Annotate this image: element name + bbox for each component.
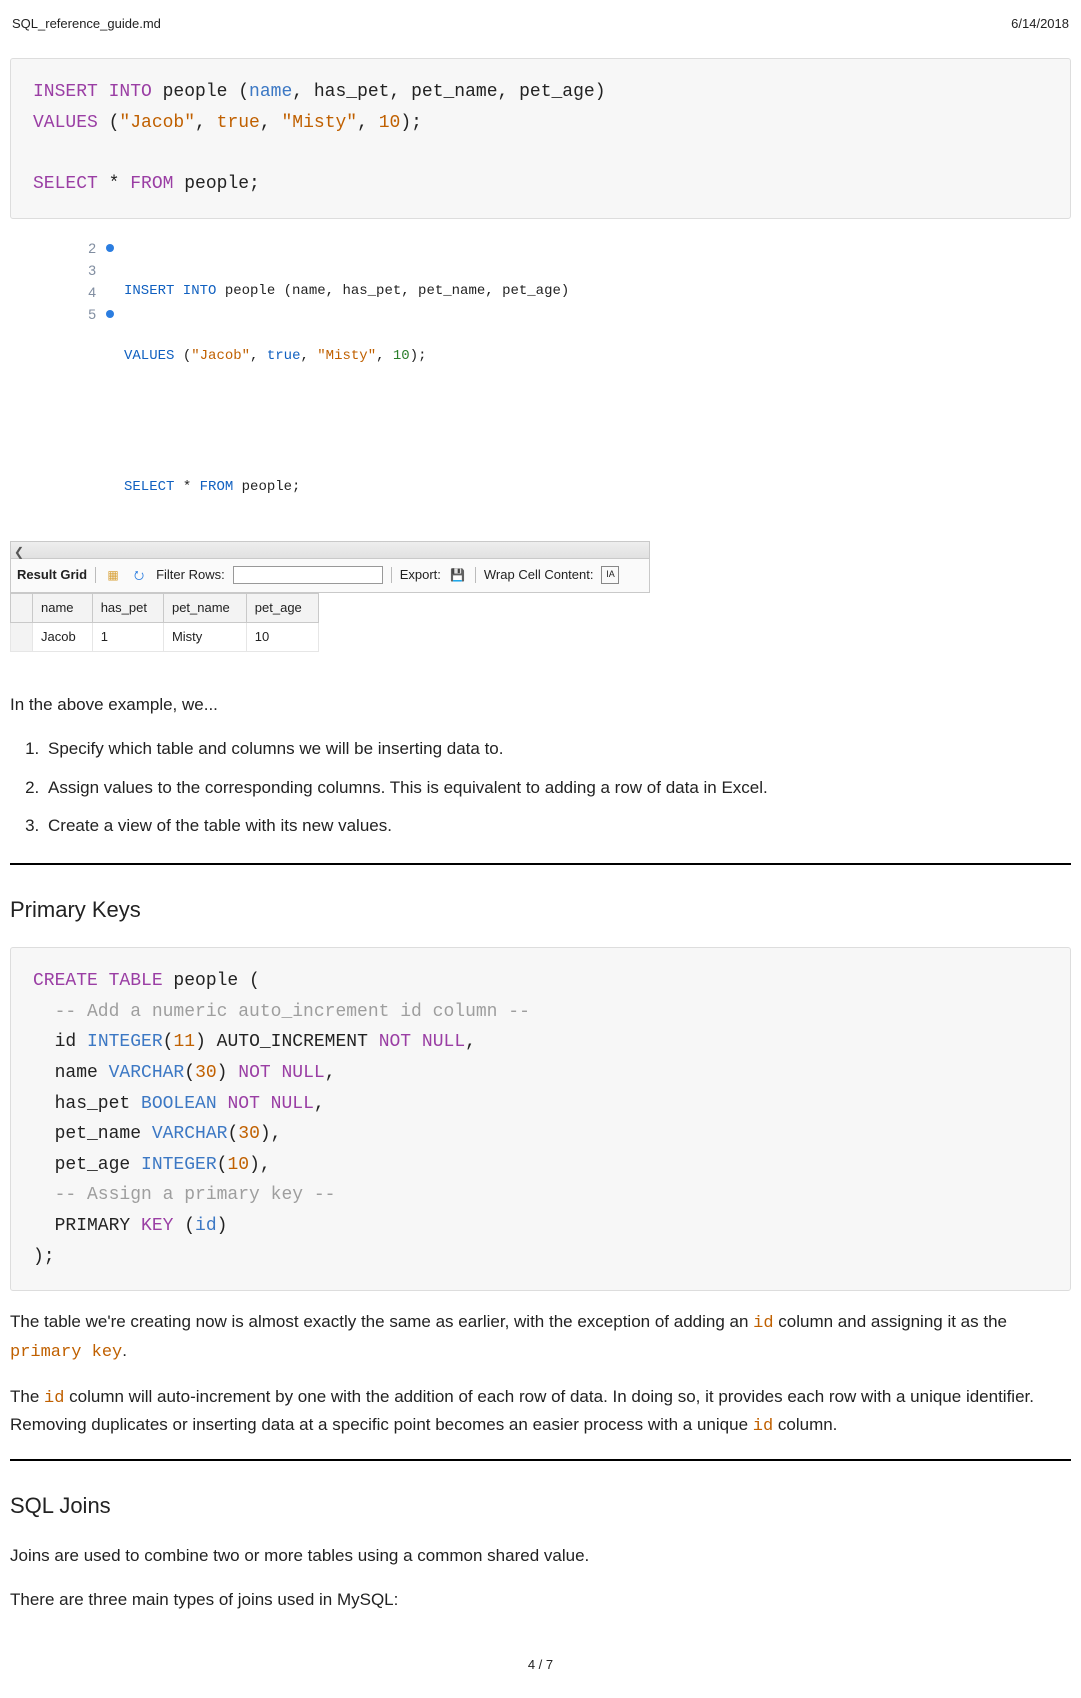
pk-paragraph-2: The id column will auto-increment by one… [10,1384,1071,1441]
list-item: Assign values to the corresponding colum… [44,775,1071,801]
editor-gutter: 2 3 4 5 [10,237,102,542]
mysql-editor: 2 3 4 5 INSERT INTO people (name, has_pe… [10,237,650,652]
result-toolbar: Result Grid ▦ ⭮ Filter Rows: Export: 💾 W… [10,559,650,592]
filter-rows-input[interactable] [233,566,383,584]
col-header[interactable]: name [33,593,93,622]
row-selector[interactable] [11,622,33,651]
grid-icon[interactable]: ▦ [104,566,122,584]
col-header[interactable]: pet_age [246,593,318,622]
joins-paragraph-1: Joins are used to combine two or more ta… [10,1543,1071,1569]
result-table: name has_pet pet_name pet_age Jacob 1 Mi… [10,593,319,652]
code-block-insert: INSERT INTO people (name, has_pet, pet_n… [10,58,1071,218]
page-header: SQL_reference_guide.md 6/14/2018 [10,14,1071,34]
list-item: Specify which table and columns we will … [44,736,1071,762]
intro-paragraph: In the above example, we... [10,692,1071,718]
divider [95,567,96,583]
row-selector-header [11,593,33,622]
inline-code-primary-key: primary key [10,1343,122,1362]
code-block-create-table: CREATE TABLE people ( -- Add a numeric a… [10,947,1071,1291]
col-header[interactable]: pet_name [163,593,246,622]
editor-hscrollbar[interactable]: ❮ [10,541,650,559]
wrap-cell-icon[interactable]: IA [601,566,619,584]
joins-paragraph-2: There are three main types of joins used… [10,1587,1071,1613]
wrap-label: Wrap Cell Content: [484,565,594,585]
filter-label: Filter Rows: [156,565,225,585]
editor-code[interactable]: INSERT INTO people (name, has_pet, pet_n… [102,237,650,542]
steps-list: Specify which table and columns we will … [44,736,1071,839]
section-divider [10,1459,1071,1461]
filename: SQL_reference_guide.md [12,14,161,34]
print-date: 6/14/2018 [1011,14,1069,34]
export-label: Export: [400,565,441,585]
divider [475,567,476,583]
section-divider [10,863,1071,865]
divider [391,567,392,583]
export-icon[interactable]: 💾 [449,566,467,584]
page-number: 4 / 7 [10,1655,1071,1675]
inline-code-id: id [44,1389,64,1408]
pk-paragraph-1: The table we're creating now is almost e… [10,1309,1071,1366]
exec-marker-icon [106,310,114,318]
list-item: Create a view of the table with its new … [44,813,1071,839]
col-header[interactable]: has_pet [92,593,163,622]
scroll-left-icon[interactable]: ❮ [14,543,24,562]
inline-code-id: id [753,1417,773,1436]
refresh-icon[interactable]: ⭮ [130,566,148,584]
section-heading-primary-keys: Primary Keys [10,893,1071,927]
result-grid-label: Result Grid [17,565,87,585]
table-row[interactable]: Jacob 1 Misty 10 [11,622,319,651]
exec-marker-icon [106,244,114,252]
inline-code-id: id [753,1314,773,1333]
section-heading-sql-joins: SQL Joins [10,1489,1071,1523]
